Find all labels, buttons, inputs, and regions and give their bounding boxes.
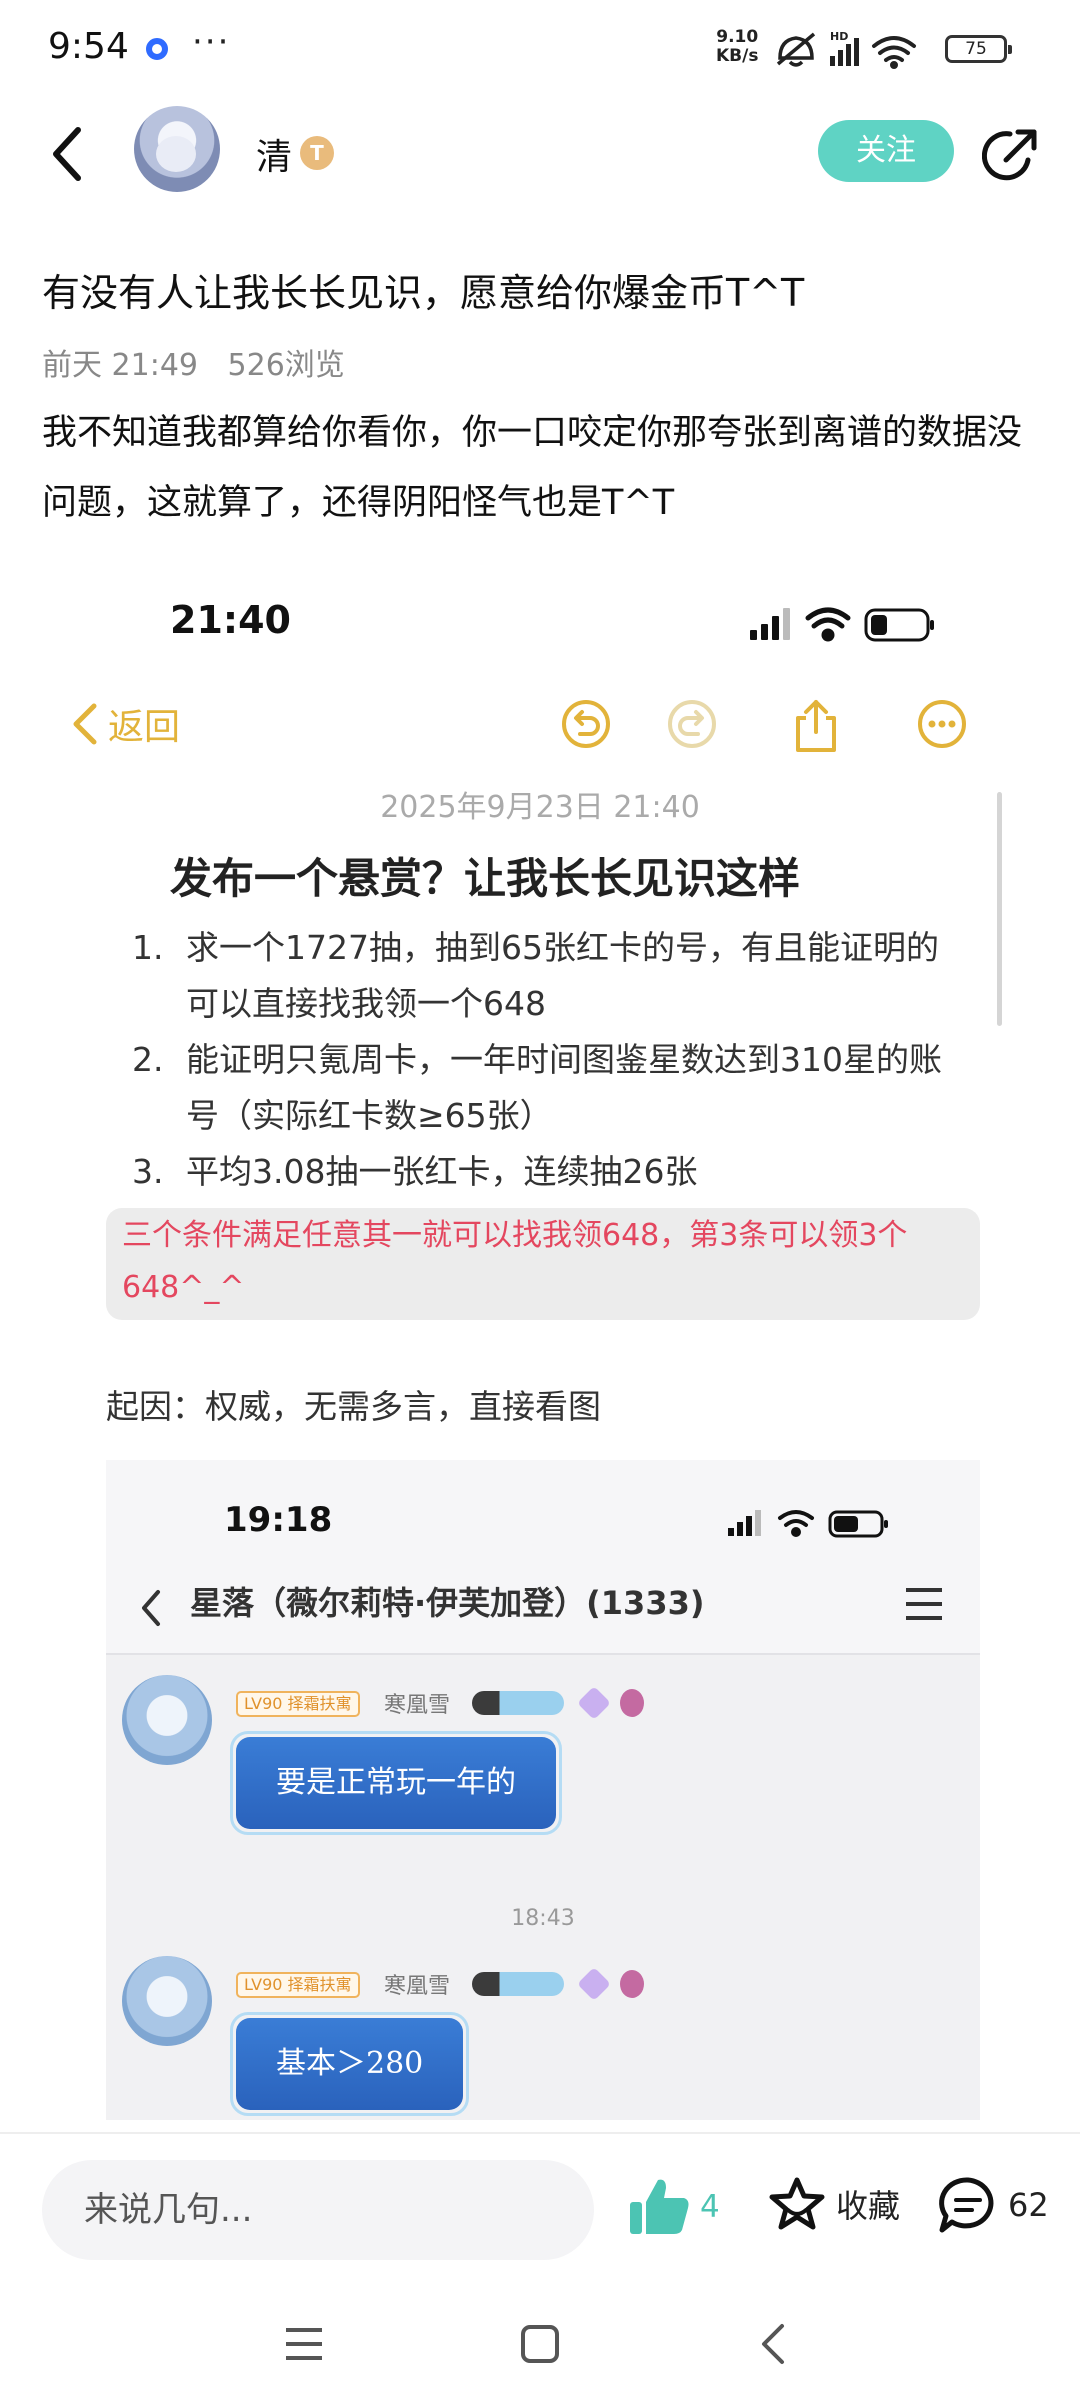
list-item: 2. 能证明只氪周卡，一年时间图鉴星数达到310星的账号（实际红卡数≥65张） bbox=[132, 1040, 942, 1135]
hd-label: HD bbox=[830, 30, 848, 43]
post-body: 我不知道我都算给你看你，你一口咬定你那夸张到离谱的数据没问题，这就算了，还得阴阳… bbox=[42, 413, 1023, 523]
recent-apps-icon[interactable] bbox=[282, 2322, 326, 2366]
favorite-button[interactable]: 收藏 bbox=[768, 2176, 900, 2232]
note-date: 2025年9月23日 21:40 bbox=[380, 790, 700, 825]
more-notifications-icon: ··· bbox=[192, 22, 231, 62]
comment-count: 62 bbox=[1008, 2186, 1049, 2224]
chevron-left-icon bbox=[73, 703, 97, 745]
chat-message: LV90 择霜扶寓 寒凰雪 基本＞280 bbox=[116, 1956, 976, 2120]
battery-icon bbox=[864, 608, 934, 642]
note-conditions-list: 1. 求一个1727抽，抽到65张红卡的号，有且能证明的可以直接找我领一个648 … bbox=[132, 920, 962, 1200]
share-icon[interactable] bbox=[982, 126, 1040, 184]
bottom-divider bbox=[0, 2132, 1080, 2134]
thumbs-up-icon bbox=[630, 2179, 689, 2234]
upload-share-icon bbox=[796, 700, 836, 752]
status-icons: HD bbox=[776, 30, 916, 69]
chat-status-time: 19:18 bbox=[224, 1500, 333, 1540]
image-status-icons bbox=[750, 607, 934, 642]
back-arrow-icon[interactable] bbox=[46, 124, 90, 184]
chat-nickname: 寒凰雪 bbox=[384, 1693, 451, 1718]
chat-avatar bbox=[122, 1956, 212, 2046]
battery-icon bbox=[828, 1510, 888, 1538]
chat-screenshot: 19:18 星落（薇尔莉特·伊芙加登）(1333) LV90 择霜扶寓 寒凰雪 … bbox=[106, 1460, 980, 2120]
gem-icon bbox=[577, 1686, 611, 1720]
post-image[interactable]: 21:40 返回 2025年9月23日 21:40 发布一个悬赏？让我长长见识这… bbox=[60, 560, 1020, 2120]
home-icon[interactable] bbox=[518, 2322, 562, 2366]
cellular-signal-icon bbox=[750, 608, 790, 640]
favorite-label: 收藏 bbox=[836, 2187, 901, 2225]
battery-indicator: 75 bbox=[945, 35, 1012, 63]
post-meta: 前天 21:49 526浏览 bbox=[42, 340, 345, 384]
chat-nickname: 寒凰雪 bbox=[384, 1974, 451, 1999]
chat-message: LV90 择霜扶寓 寒凰雪 要是正常玩一年的 bbox=[116, 1675, 976, 1865]
chat-topbar bbox=[106, 1460, 980, 1655]
cellular-signal-icon bbox=[728, 1510, 761, 1536]
undo-icon bbox=[562, 700, 610, 748]
status-time: 9:54 bbox=[48, 26, 129, 67]
post-title: 有没有人让我长长见识，愿意给你爆金币T^T bbox=[42, 271, 805, 315]
notification-dot-icon bbox=[146, 38, 168, 60]
author-avatar[interactable] bbox=[134, 106, 220, 192]
image-back-label: 返回 bbox=[108, 707, 181, 748]
note-highlight-text: 三个条件满足任意其一就可以找我领648，第3条可以领3个648^_^ bbox=[122, 1218, 908, 1305]
wifi-icon bbox=[805, 607, 851, 642]
comment-bubble-icon bbox=[939, 2177, 994, 2233]
redo-icon bbox=[668, 700, 716, 748]
author-name[interactable]: 清 bbox=[256, 128, 292, 180]
gem-icon bbox=[577, 1967, 611, 2001]
gem-icon bbox=[620, 1689, 644, 1717]
list-item: 1. 求一个1727抽，抽到65张红卡的号，有且能证明的可以直接找我领一个648 bbox=[132, 928, 939, 1023]
chat-avatar bbox=[122, 1675, 212, 1765]
wifi-icon bbox=[872, 36, 916, 69]
chat-status-icons bbox=[728, 1510, 888, 1538]
chat-group-title: 星落（薇尔莉特·伊芙加登）(1333) bbox=[190, 1584, 705, 1622]
nav-back-icon[interactable] bbox=[756, 2320, 792, 2368]
image-back-button: 返回 bbox=[70, 698, 180, 750]
star-icon bbox=[769, 2177, 825, 2230]
chat-level-badge: LV90 择霜扶寓 bbox=[236, 1972, 360, 1998]
comments-button[interactable]: 62 bbox=[938, 2176, 1049, 2234]
more-options-icon bbox=[918, 700, 966, 748]
like-count: 4 bbox=[700, 2189, 720, 2225]
image-status-time: 21:40 bbox=[170, 598, 291, 642]
note-heading: 发布一个悬赏？让我长长见识这样 bbox=[170, 854, 801, 903]
chat-bubble: 基本＞280 bbox=[229, 2012, 470, 2116]
note-scrollbar bbox=[997, 792, 1002, 1026]
post-time: 前天 21:49 bbox=[42, 348, 198, 383]
wifi-icon bbox=[778, 1510, 814, 1537]
network-speed: 9.10 KB/s bbox=[716, 27, 759, 66]
status-bar: 9:54 ··· 9.10 KB/s HD 75 bbox=[0, 0, 1080, 100]
system-nav-bar bbox=[0, 2300, 1080, 2400]
mute-icon bbox=[776, 32, 816, 67]
chat-level-badge: LV90 择霜扶寓 bbox=[236, 1691, 360, 1717]
comment-input[interactable]: 来说几句... bbox=[42, 2160, 594, 2260]
like-button[interactable]: 4 bbox=[628, 2176, 720, 2238]
gem-icon bbox=[620, 1970, 644, 1998]
author-level-badge: T bbox=[300, 136, 334, 170]
chat-back-icon bbox=[142, 1590, 160, 1626]
chat-menu-icon bbox=[906, 1588, 942, 1620]
post-views: 526浏览 bbox=[227, 348, 345, 383]
chat-timestamp: 18:43 bbox=[511, 1906, 575, 1931]
chat-title-decoration bbox=[472, 1691, 564, 1715]
follow-button[interactable]: 关注 bbox=[818, 120, 954, 182]
chat-bubble: 要是正常玩一年的 bbox=[230, 1731, 562, 1835]
list-item: 3. 平均3.08抽一张红卡，连续抽26张 bbox=[132, 1152, 698, 1191]
chat-title-decoration bbox=[472, 1972, 564, 1996]
note-reason: 起因：权威，无需多言，直接看图 bbox=[106, 1387, 601, 1426]
